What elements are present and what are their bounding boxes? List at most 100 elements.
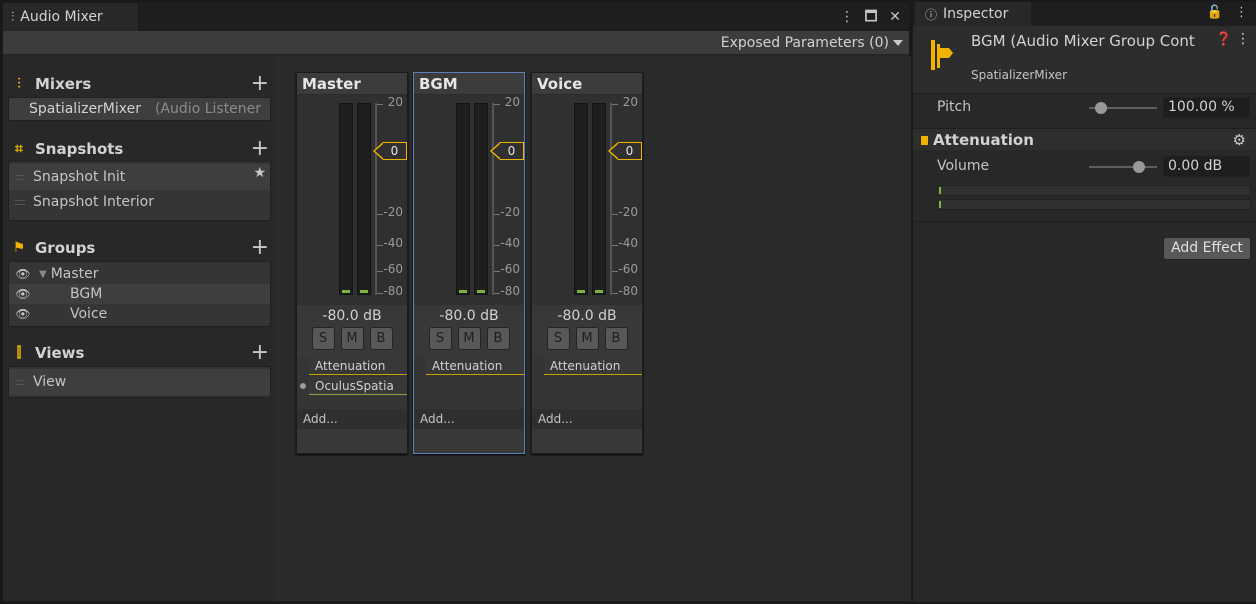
eye-icon[interactable]: 👁	[13, 267, 33, 281]
volume-meter-right	[937, 199, 1251, 210]
drag-handle-icon[interactable]	[15, 174, 25, 180]
lock-icon[interactable]: 🔓	[1207, 5, 1223, 20]
effect-slot[interactable]: Attenuation	[426, 357, 524, 375]
help-icon[interactable]: ❓	[1216, 32, 1232, 47]
snapshot-item-name: Snapshot Interior	[33, 194, 154, 210]
mixer-item[interactable]: SpatializerMixer (Audio Listener	[9, 98, 270, 120]
level-meter-left	[456, 103, 470, 295]
scale-tick-label: -60	[618, 262, 638, 276]
snapshot-item[interactable]: Snapshot Interior	[9, 190, 270, 214]
volume-slider[interactable]	[1089, 161, 1157, 173]
strip-db-value: -80.0 dB	[439, 308, 499, 324]
exposed-parameters-dropdown[interactable]: Exposed Parameters (0)	[715, 33, 905, 53]
gear-icon[interactable]: ⚙	[1233, 131, 1246, 149]
snapshot-item[interactable]: Snapshot Init ★	[9, 164, 270, 190]
solo-button[interactable]: S	[546, 327, 570, 350]
level-meter-fill	[595, 290, 603, 293]
inspector-subtitle: SpatializerMixer	[971, 68, 1067, 82]
pitch-slider[interactable]	[1089, 102, 1157, 114]
kebab-menu-icon[interactable]: ⋮	[1235, 5, 1248, 20]
mixer-strip-voice[interactable]: Voice 20 -20 -40 -60 -80 0 -80.0 dB S M B Attenuati…	[531, 72, 643, 454]
level-meter-fill	[360, 290, 368, 293]
eye-icon[interactable]: 👁	[13, 287, 33, 301]
add-view-icon[interactable]: +	[251, 340, 269, 365]
bypass-button[interactable]: B	[486, 327, 510, 350]
scale-tick-label: 20	[504, 95, 520, 109]
mixer-strip-bgm[interactable]: BGM 20 -20 -40 -60 -80 0 -80.0 dB S M B Attenuation…	[413, 72, 525, 454]
solo-button[interactable]: S	[311, 327, 335, 350]
fader-track[interactable]	[492, 103, 494, 295]
bypass-button[interactable]: B	[369, 327, 393, 350]
add-effect-button[interactable]: Add Effect	[1163, 237, 1251, 260]
add-snapshot-icon[interactable]: +	[251, 136, 269, 161]
fader-knob[interactable]: 0	[608, 141, 642, 161]
snapshots-section-header: ⌗ Snapshots +	[11, 136, 271, 161]
add-effect-slot[interactable]: Add...	[297, 409, 407, 429]
fader-track[interactable]	[610, 103, 612, 295]
group-item-bgm[interactable]: 👁 BGM	[9, 284, 270, 304]
add-mixer-icon[interactable]: +	[251, 71, 269, 96]
volume-slider-knob[interactable]	[1133, 161, 1145, 173]
group-item-name: Voice	[70, 306, 108, 322]
audio-mixer-tab[interactable]: ⫶ Audio Mixer	[3, 3, 139, 31]
volume-label: Volume	[937, 158, 990, 174]
scale-tick-mark	[612, 245, 618, 246]
mixer-window-buttons: ⋮ 🗖 ✕	[839, 8, 903, 26]
inspector-tabbar: ⓘ Inspector 🔓 ⋮	[913, 2, 1256, 26]
strip-title[interactable]: BGM	[414, 73, 524, 95]
scale-tick-mark	[494, 214, 500, 215]
snapshots-title: Snapshots	[35, 140, 124, 158]
effect-slot[interactable]: Attenuation	[544, 357, 642, 375]
maximize-icon[interactable]: 🗖	[863, 8, 879, 26]
add-effect-slot[interactable]: Add...	[532, 409, 642, 429]
inspector-header: BGM (Audio Mixer Group Cont ❓ ⋮ Spatiali…	[913, 26, 1256, 94]
fader-knob[interactable]: 0	[490, 141, 524, 161]
drag-handle-icon[interactable]	[15, 379, 25, 385]
kebab-menu-icon[interactable]: ⋮	[1236, 31, 1250, 47]
attenuation-component-header[interactable]: Attenuation ⚙	[913, 128, 1256, 150]
drag-handle-icon[interactable]	[15, 199, 25, 205]
group-item-voice[interactable]: 👁 Voice	[9, 304, 270, 324]
mixer-strips-area: Master 20 -20 -40 -60 -80 0 -80.0 dB S M B Attenuat…	[277, 56, 911, 601]
pitch-field[interactable]: 100.00 %	[1163, 97, 1250, 118]
mixer-strip-master[interactable]: Master 20 -20 -40 -60 -80 0 -80.0 dB S M B Attenuat…	[296, 72, 408, 454]
strip-effects-list: Attenuation Add...	[414, 357, 524, 429]
level-meter-right	[592, 103, 606, 295]
mute-button[interactable]: M	[457, 327, 481, 350]
inspector-tab[interactable]: ⓘ Inspector	[915, 2, 1031, 26]
fader-track[interactable]	[375, 103, 377, 295]
add-effect-slot[interactable]: Add...	[414, 409, 524, 429]
mixer-sliders-icon: ⫶	[11, 9, 15, 25]
close-icon[interactable]: ✕	[887, 8, 903, 26]
fader-arrow-inner	[610, 144, 618, 158]
bypass-button[interactable]: B	[604, 327, 628, 350]
add-group-icon[interactable]: +	[251, 235, 269, 260]
star-icon[interactable]: ★	[253, 165, 266, 181]
volume-row: Volume 0.00 dB	[913, 155, 1256, 179]
effect-slot[interactable]: OculusSpatia	[309, 377, 407, 395]
expand-arrow-icon[interactable]: ▼	[39, 269, 47, 280]
fader-arrow-inner	[375, 144, 383, 158]
fader-knob[interactable]: 0	[373, 141, 407, 161]
solo-button[interactable]: S	[428, 327, 452, 350]
mute-button[interactable]: M	[340, 327, 364, 350]
effect-slot[interactable]: Attenuation	[309, 357, 407, 375]
strip-db-value: -80.0 dB	[322, 308, 382, 324]
scale-tick-label: -60	[500, 262, 520, 276]
scale-tick-label: -20	[500, 205, 520, 219]
pitch-slider-knob[interactable]	[1095, 102, 1107, 114]
volume-field[interactable]: 0.00 dB	[1163, 156, 1250, 177]
mute-button[interactable]: M	[575, 327, 599, 350]
eye-icon[interactable]: 👁	[13, 307, 33, 321]
strip-title[interactable]: Master	[297, 73, 407, 95]
group-item-master[interactable]: 👁 ▼ Master	[9, 264, 270, 284]
strip-title[interactable]: Voice	[532, 73, 642, 95]
views-title: Views	[35, 344, 85, 362]
level-meter-left	[339, 103, 353, 295]
inspector-tab-label: Inspector	[943, 6, 1009, 22]
kebab-menu-icon[interactable]: ⋮	[839, 8, 855, 26]
effect-bypass-dot[interactable]	[300, 383, 306, 389]
views-list: View	[8, 366, 271, 398]
view-item[interactable]: View	[9, 369, 270, 395]
scale-tick-label: -80	[618, 284, 638, 298]
